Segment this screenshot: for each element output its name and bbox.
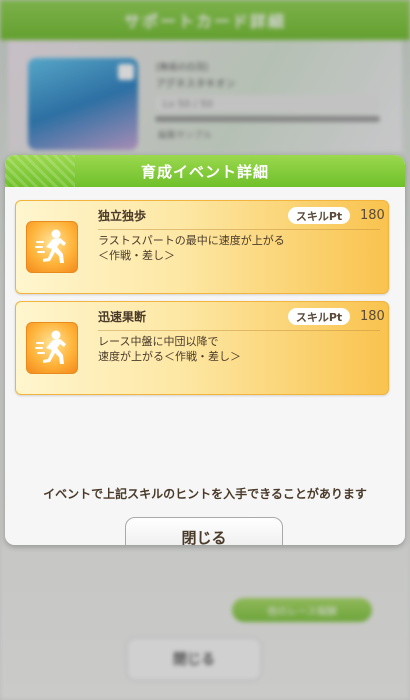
training-event-dialog: 育成イベント詳細 独立独歩 スキルPt 180 ラストスパートの最中に速度が上が… bbox=[5, 155, 405, 545]
skill-description-line: レース中盤に中団以降で bbox=[98, 335, 219, 348]
skill-hint-text: イベントで上記スキルのヒントを入手できることがあります bbox=[43, 487, 367, 501]
skill-name: 独立独歩 bbox=[98, 209, 147, 223]
skill-card-2[interactable]: 迅速果断 スキルPt 180 レース中盤に中団以降で 速度が上がる＜作戦・差し＞ bbox=[15, 301, 389, 395]
dialog-body: 独立独歩 スキルPt 180 ラストスパートの最中に速度が上がる ＜作戦・差し＞… bbox=[5, 187, 405, 545]
running-speed-icon bbox=[26, 322, 78, 374]
skill-pt-label: スキルPt bbox=[288, 308, 350, 325]
skill-name: 迅速果断 bbox=[98, 310, 147, 324]
running-speed-icon bbox=[26, 221, 78, 273]
skill-pt-value: 180 bbox=[360, 309, 385, 324]
skill-divider bbox=[98, 330, 380, 331]
skill-description: レース中盤に中団以降で 速度が上がる＜作戦・差し＞ bbox=[98, 334, 378, 364]
dialog-title: 育成イベント詳細 bbox=[5, 155, 405, 187]
close-button[interactable]: 閉じる bbox=[125, 517, 283, 545]
skill-description-line: ラストスパートの最中に速度が上がる bbox=[98, 234, 285, 247]
skill-description-line: 速度が上がる＜作戦・差し＞ bbox=[98, 350, 241, 363]
skill-pt-label: スキルPt bbox=[288, 207, 350, 224]
skill-card-1[interactable]: 独立独歩 スキルPt 180 ラストスパートの最中に速度が上がる ＜作戦・差し＞ bbox=[15, 200, 389, 294]
skill-divider bbox=[98, 229, 380, 230]
skill-description: ラストスパートの最中に速度が上がる ＜作戦・差し＞ bbox=[98, 233, 378, 263]
skill-pt-value: 180 bbox=[360, 208, 385, 223]
skill-description-line: ＜作戦・差し＞ bbox=[98, 249, 175, 262]
